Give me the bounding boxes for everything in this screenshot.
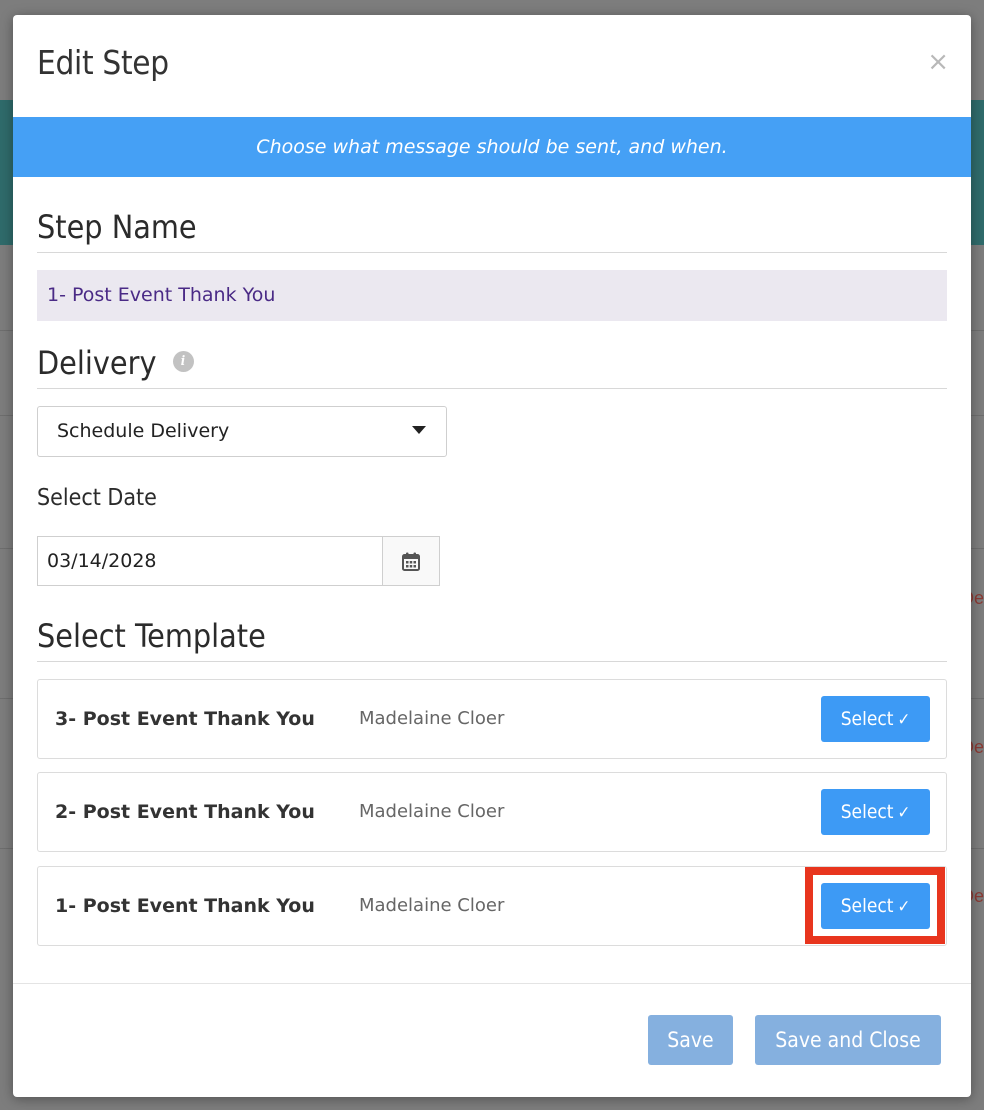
check-icon: ✓ (897, 897, 911, 917)
close-icon[interactable]: × (927, 49, 949, 75)
template-name: 2- Post Event Thank You (55, 801, 315, 823)
select-button-label: Select (840, 801, 894, 823)
modal-header: Edit Step × (13, 15, 971, 117)
delivery-heading: Delivery i (37, 344, 947, 389)
template-row: 2- Post Event Thank You Madelaine Cloer … (37, 772, 947, 852)
calendar-button[interactable] (382, 537, 439, 585)
select-template-heading: Select Template (37, 617, 947, 662)
footer-divider (13, 983, 971, 984)
check-icon: ✓ (897, 710, 911, 730)
template-name: 3- Post Event Thank You (55, 708, 315, 730)
date-input[interactable]: 03/14/2028 (38, 537, 383, 585)
save-button[interactable]: Save (648, 1015, 733, 1065)
info-icon[interactable]: i (172, 350, 194, 372)
date-picker: 03/14/2028 (37, 536, 440, 586)
template-row: 3- Post Event Thank You Madelaine Cloer … (37, 679, 947, 759)
delivery-select[interactable]: Schedule Delivery (37, 406, 447, 457)
check-icon: ✓ (897, 803, 911, 823)
caret-down-icon (412, 426, 426, 434)
select-date-label: Select Date (37, 485, 157, 511)
template-author: Madelaine Cloer (359, 801, 505, 822)
select-button-label: Select (840, 895, 894, 917)
edit-step-modal: Edit Step × Choose what message should b… (13, 15, 971, 1097)
template-name: 1- Post Event Thank You (55, 895, 315, 917)
calendar-icon (402, 552, 420, 571)
template-author: Madelaine Cloer (359, 708, 505, 729)
step-name-heading: Step Name (37, 208, 947, 253)
delivery-heading-label: Delivery (37, 344, 157, 382)
instruction-banner: Choose what message should be sent, and … (13, 117, 971, 177)
template-author: Madelaine Cloer (359, 895, 505, 916)
select-template-button[interactable]: Select ✓ (821, 883, 930, 929)
save-and-close-button[interactable]: Save and Close (755, 1015, 941, 1065)
select-template-button[interactable]: Select ✓ (821, 696, 930, 742)
template-row: 1- Post Event Thank You Madelaine Cloer … (37, 866, 947, 946)
modal-title: Edit Step (37, 43, 169, 82)
select-button-label: Select (840, 708, 894, 730)
delivery-selected-value: Schedule Delivery (57, 420, 230, 442)
select-template-button[interactable]: Select ✓ (821, 789, 930, 835)
step-name-input[interactable]: 1- Post Event Thank You (37, 270, 947, 321)
